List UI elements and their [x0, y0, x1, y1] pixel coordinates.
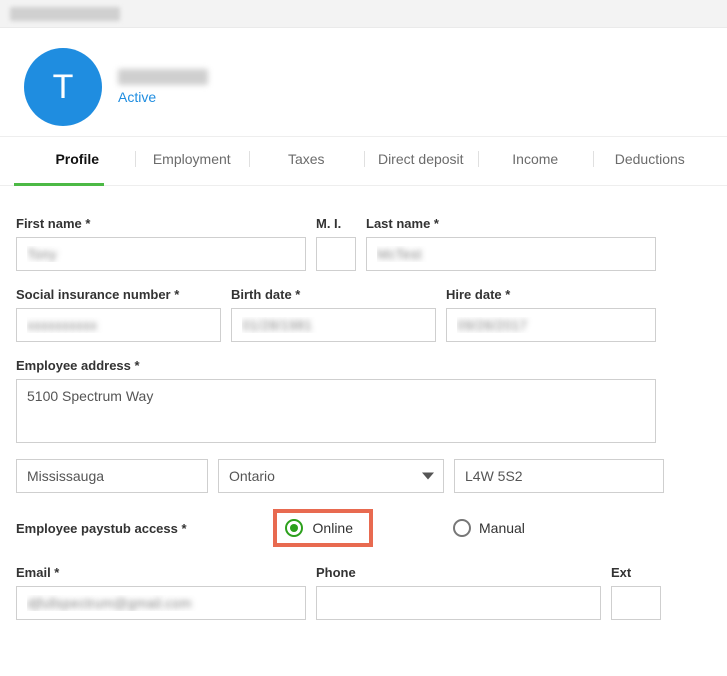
paystub-online-highlight: Online	[273, 509, 373, 547]
label-birth-date: Birth date *	[231, 287, 436, 302]
label-paystub-access: Employee paystub access *	[16, 521, 187, 536]
paystub-online-label: Online	[313, 520, 353, 536]
label-phone: Phone	[316, 565, 601, 580]
mi-input[interactable]	[316, 237, 356, 271]
sin-input[interactable]	[16, 308, 221, 342]
email-input[interactable]	[16, 586, 306, 620]
employee-header: T Active	[0, 28, 727, 137]
employee-name-blurred	[118, 69, 208, 85]
profile-form: First name * M. I. Last name * Social in…	[0, 186, 727, 676]
label-address: Employee address *	[16, 358, 656, 373]
topbar-blurred-text	[10, 7, 120, 21]
tab-profile[interactable]: Profile	[20, 137, 135, 185]
label-first-name: First name *	[16, 216, 306, 231]
avatar: T	[24, 48, 102, 126]
province-select[interactable]	[218, 459, 444, 493]
last-name-input[interactable]	[366, 237, 656, 271]
label-ext: Ext	[611, 565, 661, 580]
employee-name-stack: Active	[118, 69, 208, 105]
label-mi: M. I.	[316, 216, 356, 231]
paystub-manual-label: Manual	[479, 520, 525, 536]
city-input[interactable]	[16, 459, 208, 493]
postal-code-input[interactable]	[454, 459, 664, 493]
tab-income[interactable]: Income	[478, 137, 593, 185]
tab-taxes[interactable]: Taxes	[249, 137, 364, 185]
tab-employment[interactable]: Employment	[135, 137, 250, 185]
first-name-input[interactable]	[16, 237, 306, 271]
employee-status[interactable]: Active	[118, 89, 208, 105]
page-topbar	[0, 0, 727, 28]
label-sin: Social insurance number *	[16, 287, 221, 302]
paystub-online-radio[interactable]	[285, 519, 303, 537]
birth-date-input[interactable]	[231, 308, 436, 342]
tab-direct-deposit[interactable]: Direct deposit	[364, 137, 479, 185]
tab-bar: Profile Employment Taxes Direct deposit …	[0, 137, 727, 186]
address-input[interactable]	[16, 379, 656, 443]
avatar-initial: T	[53, 68, 74, 107]
hire-date-input[interactable]	[446, 308, 656, 342]
ext-input[interactable]	[611, 586, 661, 620]
paystub-manual-radio[interactable]	[453, 519, 471, 537]
phone-input[interactable]	[316, 586, 601, 620]
label-email: Email *	[16, 565, 306, 580]
tab-deductions[interactable]: Deductions	[593, 137, 708, 185]
label-last-name: Last name *	[366, 216, 656, 231]
label-hire-date: Hire date *	[446, 287, 656, 302]
